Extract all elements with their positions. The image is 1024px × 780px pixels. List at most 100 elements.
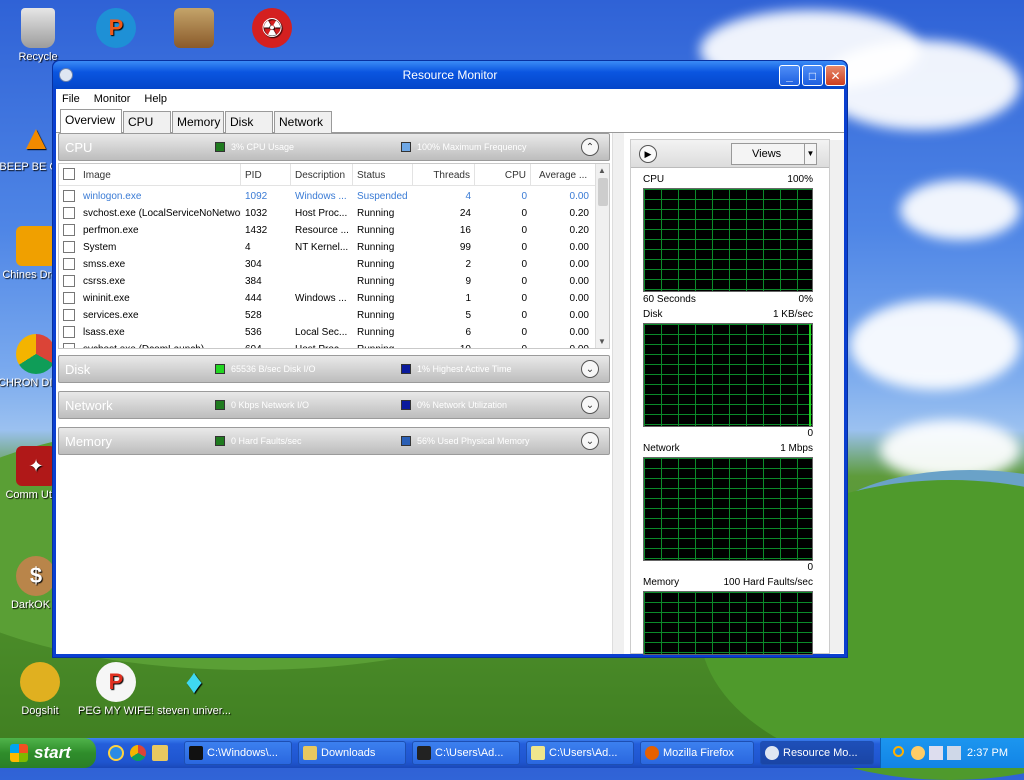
taskbar-button-downloads[interactable]: Downloads xyxy=(298,741,406,765)
desktop-icon-radiation[interactable]: ☢ xyxy=(234,8,310,51)
chevron-down-icon[interactable]: ⌄ xyxy=(581,432,599,450)
column-header-average[interactable]: Average ... xyxy=(535,164,595,186)
row-checkbox[interactable] xyxy=(63,326,75,338)
folder-icon[interactable] xyxy=(152,745,168,761)
row-checkbox[interactable] xyxy=(63,190,75,202)
table-row[interactable]: perfmon.exe 1432 Resource ... Running 16 0 0.2… xyxy=(59,222,595,239)
menu-bar: File Monitor Help xyxy=(56,89,844,109)
desktop-icon-peg[interactable]: P PEG MY WIFE! xyxy=(78,662,154,717)
chevron-up-icon[interactable]: ⌃ xyxy=(581,138,599,156)
menu-monitor[interactable]: Monitor xyxy=(94,93,131,105)
search-icon[interactable] xyxy=(893,746,904,757)
graphs-scrollbar[interactable] xyxy=(830,140,844,653)
row-checkbox[interactable] xyxy=(63,275,75,287)
table-row[interactable]: csrss.exe 384 Running 9 0 0.00 xyxy=(59,273,595,290)
tab-memory[interactable]: Memory xyxy=(172,111,224,133)
title-bar[interactable]: Resource Monitor _ □ ✕ xyxy=(53,61,847,89)
disk-graph-footer: 0 xyxy=(807,428,813,439)
taskbar-button-resource-monitor[interactable]: Resource Mo... xyxy=(760,741,874,765)
cell-threads: 10 xyxy=(417,344,471,348)
table-row[interactable]: lsass.exe 536 Local Sec... Running 6 0 0.00 xyxy=(59,324,595,341)
table-row[interactable]: winlogon.exe 1092 Windows ... Suspended 4 0 0.… xyxy=(59,188,595,205)
row-checkbox[interactable] xyxy=(63,343,75,348)
table-row[interactable]: System 4 NT Kernel... Running 99 0 0.00 xyxy=(59,239,595,256)
menu-file[interactable]: File xyxy=(62,93,80,105)
tab-disk[interactable]: Disk xyxy=(225,111,273,133)
maximize-button[interactable]: □ xyxy=(802,65,823,86)
chevron-down-icon[interactable]: ⌄ xyxy=(581,396,599,414)
vlc-cone-icon: ▲ xyxy=(19,118,53,157)
row-checkbox[interactable] xyxy=(63,292,75,304)
cell-status: Running xyxy=(357,327,395,338)
close-button[interactable]: ✕ xyxy=(825,65,846,86)
memory-section-header[interactable]: Memory 0 Hard Faults/sec 56% Used Physic… xyxy=(58,427,610,455)
column-header-cpu[interactable]: CPU xyxy=(475,164,531,186)
taskbar-button-firefox[interactable]: Mozilla Firefox xyxy=(640,741,754,765)
desktop-icon-recycle-bin[interactable]: Recycle xyxy=(0,8,76,63)
chevron-down-icon[interactable]: ▼ xyxy=(804,144,816,164)
resource-monitor-icon xyxy=(765,746,779,760)
shield-icon: ✦ xyxy=(16,446,56,486)
table-row[interactable]: svchost.exe (DcomLaunch) 604 Host Proc... R… xyxy=(59,341,595,348)
taskbar-button-notepad[interactable]: C:\Users\Ad... xyxy=(526,741,634,765)
desktop-icon-angry-birds-seasons[interactable] xyxy=(156,8,232,51)
scroll-down-icon[interactable]: ▼ xyxy=(598,337,606,346)
cell-cpu: 0 xyxy=(521,242,527,253)
column-header-threads[interactable]: Threads xyxy=(413,164,475,186)
table-row[interactable]: wininit.exe 444 Windows ... Running 1 0 0.00 xyxy=(59,290,595,307)
cell-cpu: 0 xyxy=(521,310,527,321)
table-row[interactable]: smss.exe 304 Running 2 0 0.00 xyxy=(59,256,595,273)
row-checkbox[interactable] xyxy=(63,258,75,270)
internet-explorer-icon[interactable] xyxy=(108,745,124,761)
network-section-header[interactable]: Network 0 Kbps Network I/O 0% Network Ut… xyxy=(58,391,610,419)
cell-avg: 0.00 xyxy=(569,191,589,202)
column-header-status[interactable]: Status xyxy=(353,164,413,186)
start-button[interactable]: start xyxy=(0,738,96,768)
row-checkbox[interactable] xyxy=(63,309,75,321)
tab-cpu[interactable]: CPU xyxy=(123,111,171,133)
desktop-icon-steven[interactable]: ♦ steven univer... xyxy=(156,662,232,718)
cell-description: Host Proc... xyxy=(295,344,353,348)
cell-avg: 0.00 xyxy=(569,276,589,287)
expand-arrow-icon[interactable]: ▶ xyxy=(639,145,657,163)
scroll-thumb[interactable] xyxy=(598,178,608,206)
cell-pid: 536 xyxy=(245,327,262,338)
select-all-checkbox[interactable] xyxy=(63,168,75,180)
cpu-section-header[interactable]: CPU 3% CPU Usage 100% Maximum Frequency … xyxy=(58,133,610,161)
taskbar-button-7zip[interactable]: C:\Users\Ad... xyxy=(412,741,520,765)
column-header-image[interactable]: Image xyxy=(79,164,241,186)
chrome-icon[interactable] xyxy=(130,745,146,761)
cell-description: Windows ... xyxy=(295,191,347,202)
table-row[interactable]: services.exe 528 Running 5 0 0.00 xyxy=(59,307,595,324)
column-header-pid[interactable]: PID xyxy=(241,164,291,186)
p-logo-icon: P xyxy=(96,662,136,702)
views-dropdown[interactable]: Views ▼ xyxy=(731,143,817,165)
volume-icon[interactable] xyxy=(947,746,961,760)
cell-description: Resource ... xyxy=(295,225,349,236)
desktop-icon-dogshit[interactable]: Dogshit xyxy=(2,662,78,717)
cell-threads: 99 xyxy=(459,242,471,253)
user-icon[interactable] xyxy=(911,746,925,760)
left-pane-scrollbar[interactable] xyxy=(612,133,624,654)
minimize-button[interactable]: _ xyxy=(779,65,800,86)
table-row[interactable]: svchost.exe (LocalServiceNoNetwork) 1032 H… xyxy=(59,205,595,222)
row-checkbox[interactable] xyxy=(63,207,75,219)
disk-section-header[interactable]: Disk 65536 B/sec Disk I/O 1% Highest Act… xyxy=(58,355,610,383)
cell-threads: 24 xyxy=(459,208,471,219)
network-icon[interactable] xyxy=(929,746,943,760)
legend-swatch xyxy=(215,142,225,152)
tab-overview[interactable]: Overview xyxy=(60,109,122,133)
cell-cpu: 0 xyxy=(475,344,527,348)
table-scrollbar[interactable]: ▲ ▼ xyxy=(595,164,609,348)
scroll-up-icon[interactable]: ▲ xyxy=(598,166,606,175)
row-checkbox[interactable] xyxy=(63,224,75,236)
column-header-description[interactable]: Description xyxy=(291,164,353,186)
desktop-icon-p-app[interactable]: P xyxy=(78,8,154,51)
tab-network[interactable]: Network xyxy=(274,111,332,133)
taskbar-button-cmd[interactable]: C:\Windows\... xyxy=(184,741,292,765)
menu-help[interactable]: Help xyxy=(144,93,167,105)
row-checkbox[interactable] xyxy=(63,241,75,253)
cell-image: perfmon.exe xyxy=(83,225,139,236)
chevron-down-icon[interactable]: ⌄ xyxy=(581,360,599,378)
disk-graph xyxy=(643,323,813,427)
